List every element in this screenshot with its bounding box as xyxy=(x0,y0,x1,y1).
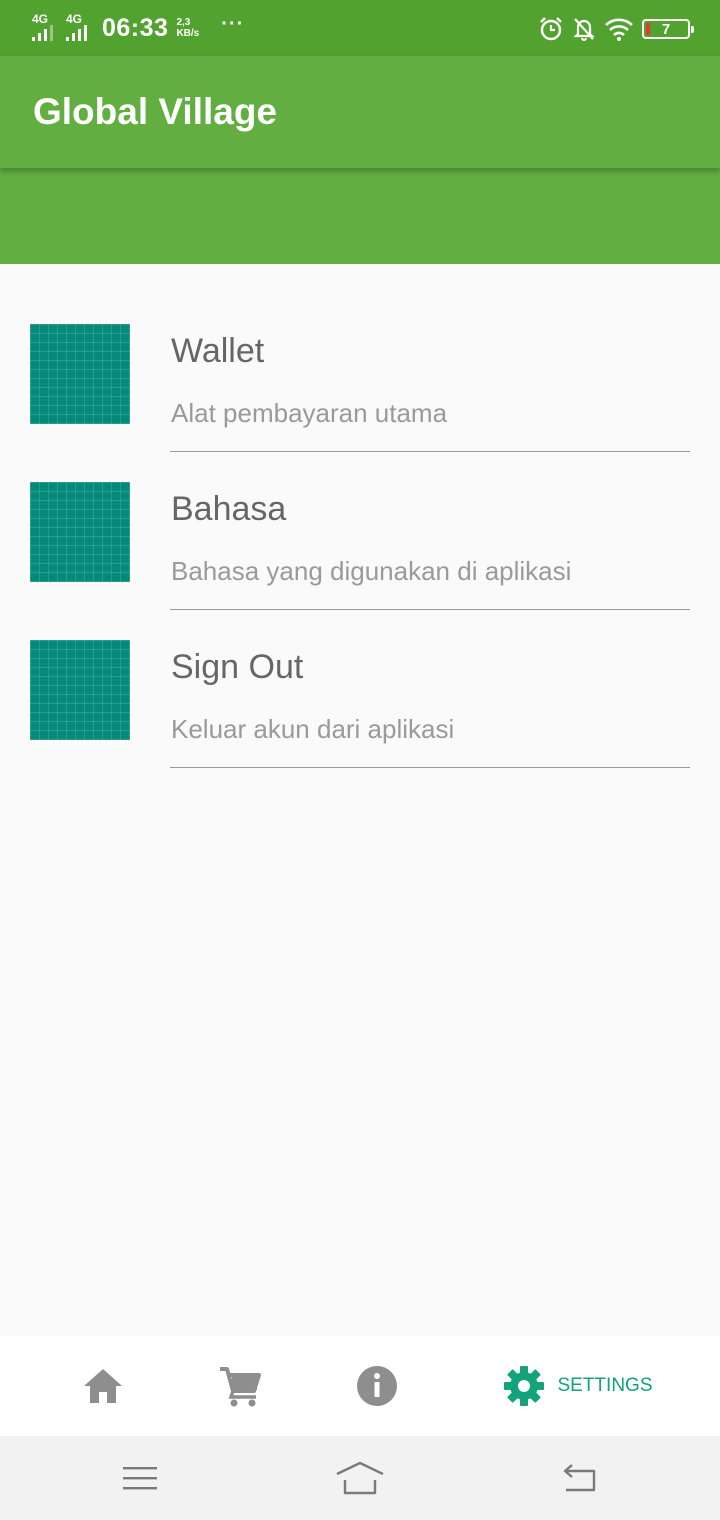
alarm-icon xyxy=(540,17,562,41)
system-navigation-bar xyxy=(0,1436,720,1520)
bottom-navigation: SETTINGS xyxy=(0,1336,720,1436)
item-subtitle: Keluar akun dari aplikasi xyxy=(171,714,455,744)
item-title: Bahasa xyxy=(171,490,287,528)
divider xyxy=(170,767,690,768)
network-speed: 2,3 KB/s xyxy=(176,17,199,39)
battery-icon: 7 xyxy=(642,19,694,39)
notifications-off-icon xyxy=(573,18,595,41)
settings-item-bahasa[interactable]: Bahasa Bahasa yang digunakan di aplikasi xyxy=(0,422,720,610)
status-bar-right: 7 xyxy=(538,14,694,44)
cart-icon xyxy=(220,1367,261,1407)
signal-icon: 4G xyxy=(30,11,60,45)
battery-level: 7 xyxy=(661,20,671,38)
item-title: Wallet xyxy=(171,332,265,370)
more-notifications-icon: ··· xyxy=(221,12,245,35)
settings-item-wallet[interactable]: Wallet Alat pembayaran utama xyxy=(0,264,720,452)
nav-info[interactable] xyxy=(337,1336,417,1436)
home-outline-icon xyxy=(336,1461,384,1495)
wallet-thumbnail xyxy=(30,324,130,424)
speed-value: 2,3 xyxy=(176,17,191,28)
battery-level-bar xyxy=(646,23,650,35)
nav-settings-label: SETTINGS xyxy=(557,1375,653,1396)
speed-unit: KB/s xyxy=(176,28,200,39)
nav-cart[interactable] xyxy=(200,1336,280,1436)
status-bar: 4G 4G 06:33 2,3 KB/s ··· 7 xyxy=(0,0,720,56)
menu-icon xyxy=(123,1467,157,1490)
status-bar-left: 4G 4G 06:33 2,3 KB/s ··· xyxy=(30,10,244,46)
back-icon xyxy=(563,1464,596,1492)
home-icon xyxy=(84,1369,122,1403)
wifi-icon xyxy=(605,18,633,41)
item-title: Sign Out xyxy=(171,648,304,686)
system-home-button[interactable] xyxy=(320,1436,400,1520)
app-bar: Global Village xyxy=(0,56,720,168)
nav-home[interactable] xyxy=(63,1336,143,1436)
gear-icon xyxy=(504,1366,545,1406)
app-title: Global Village xyxy=(33,91,278,132)
header-extension xyxy=(0,168,720,264)
bahasa-thumbnail xyxy=(30,482,130,582)
system-menu-button[interactable] xyxy=(100,1436,180,1520)
system-back-button[interactable] xyxy=(540,1436,620,1520)
sign-out-thumbnail xyxy=(30,640,130,740)
clock: 06:33 xyxy=(102,13,169,42)
nav-settings[interactable]: SETTINGS xyxy=(478,1336,678,1436)
signal-icon: 4G xyxy=(64,11,94,45)
info-icon xyxy=(357,1366,397,1406)
settings-item-sign-out[interactable]: Sign Out Keluar akun dari aplikasi xyxy=(0,580,720,768)
